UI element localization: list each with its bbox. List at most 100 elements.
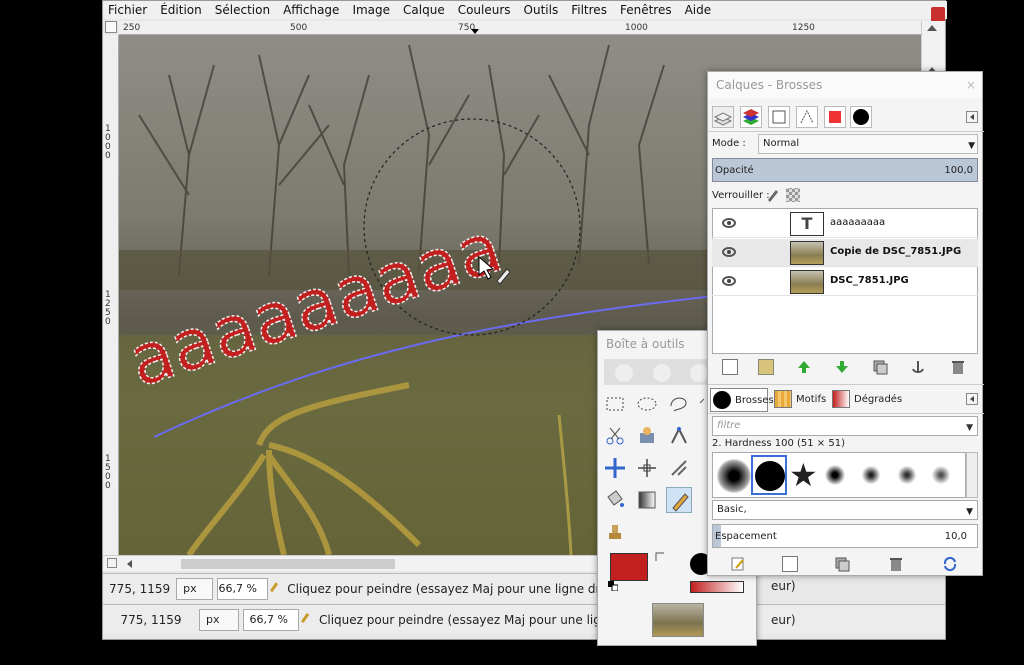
brush-set-select[interactable]: Basic, ▼ [712, 500, 978, 520]
layer-name: DSC_7851.JPG [830, 275, 909, 286]
opacity-slider[interactable]: Opacité 100,0 [712, 158, 978, 182]
menu-edition[interactable]: Édition [160, 3, 202, 17]
menu-selection[interactable]: Sélection [215, 3, 270, 17]
undo-tab-icon[interactable] [796, 106, 818, 128]
menu-filtres[interactable]: Filtres [571, 3, 607, 17]
brush-scrollbar[interactable] [966, 452, 978, 498]
eye-icon[interactable] [722, 247, 736, 257]
pencil-tool-icon[interactable] [666, 487, 692, 513]
menu-affichage[interactable]: Affichage [283, 3, 339, 17]
duplicate-layer-icon[interactable] [872, 359, 888, 375]
mode-select[interactable]: Normal ▼ [758, 134, 978, 154]
ruler-pointer-icon [471, 29, 479, 34]
statusbar-top: 775, 1159 px 66,7 % Cliquez pour peindre… [103, 573, 623, 603]
refresh-brushes-icon[interactable] [942, 556, 958, 572]
menu-couleurs[interactable]: Couleurs [458, 3, 511, 17]
bucket-fill-tool-icon[interactable] [602, 487, 628, 513]
active-image-thumbnail[interactable] [652, 603, 704, 637]
delete-layer-icon[interactable] [950, 359, 966, 375]
ruler-tick: 250 [123, 23, 141, 33]
free-select-tool-icon[interactable] [666, 391, 692, 417]
align-tool-icon[interactable] [634, 455, 660, 481]
splatter-brush[interactable] [859, 463, 883, 487]
clone-tool-icon[interactable] [602, 519, 628, 545]
channels-tab-icon[interactable] [740, 106, 762, 128]
unit-selector[interactable]: px [176, 577, 213, 600]
splatter-brush[interactable] [929, 463, 953, 487]
default-colors-icon[interactable] [608, 581, 619, 592]
new-layer-icon[interactable] [722, 359, 738, 375]
duplicate-brush-icon[interactable] [834, 556, 850, 572]
delete-brush-icon[interactable] [888, 556, 904, 572]
layer-row[interactable]: Copie de DSC_7851.JPG [712, 239, 978, 267]
layers-brushes-dock: Calques - Brosses × Mode : Normal ▼ Opac… [707, 71, 984, 576]
menu-outils[interactable]: Outils [524, 3, 559, 17]
menu-fenetres[interactable]: Fenêtres [620, 3, 672, 17]
brush-fuzzy[interactable] [717, 459, 751, 493]
tab-degrades[interactable]: Dégradés [830, 388, 902, 412]
layers-tab-icon[interactable] [712, 106, 734, 128]
new-brush-icon[interactable] [782, 556, 798, 572]
transform-tool-icon[interactable] [666, 455, 692, 481]
anchor-layer-icon[interactable] [910, 359, 926, 375]
tool-overflow[interactable] [698, 391, 706, 417]
spacing-slider[interactable]: Espacement 10,0 [712, 524, 978, 548]
pattern-tab-icon [774, 390, 792, 408]
brush-selected[interactable] [751, 455, 787, 495]
navigate-icon[interactable] [107, 558, 117, 568]
tab-motifs[interactable]: Motifs [772, 388, 826, 412]
ruler-tick: 1250 [105, 290, 111, 327]
foreground-color[interactable] [610, 553, 648, 581]
swap-colors-icon[interactable] [654, 551, 666, 563]
zoom-selector[interactable]: 66,7 % [216, 577, 268, 600]
brush-grid[interactable]: ★ [712, 452, 966, 498]
zoom-selector[interactable]: 66,7 % [243, 608, 299, 631]
star-brush-icon[interactable]: ★ [789, 457, 818, 493]
scroll-left-icon[interactable] [127, 560, 132, 568]
foreground-select-tool-icon[interactable] [634, 423, 660, 449]
lock-label: Verrouiller : [712, 190, 770, 201]
rect-select-tool-icon[interactable] [602, 391, 628, 417]
scissors-tool-icon[interactable] [602, 423, 628, 449]
unit-selector[interactable]: px [199, 608, 239, 631]
paths-tool-icon[interactable] [666, 423, 692, 449]
scroll-up-icon[interactable] [927, 25, 937, 31]
lower-layer-icon[interactable] [834, 359, 850, 375]
eye-icon[interactable] [722, 218, 736, 228]
blend-tool-icon[interactable] [634, 487, 660, 513]
tab-menu-icon[interactable] [966, 111, 978, 123]
layer-row[interactable]: T aaaaaaaaa [712, 210, 978, 238]
ruler-tick: 1250 [792, 23, 815, 33]
menu-aide[interactable]: Aide [685, 3, 712, 17]
menu-image[interactable]: Image [352, 3, 390, 17]
edit-brush-icon[interactable] [730, 556, 746, 572]
tab-menu-icon[interactable] [966, 393, 978, 405]
chevron-down-icon: ▼ [968, 141, 975, 151]
ellipse-select-tool-icon[interactable] [634, 391, 660, 417]
quick-mask-toggle[interactable] [105, 21, 117, 33]
paths-tab-icon[interactable] [768, 106, 790, 128]
menu-fichier[interactable]: Fichier [108, 3, 147, 17]
splatter-brush[interactable] [823, 463, 847, 487]
text-layer-thumb-icon: T [790, 212, 824, 236]
layer-row[interactable]: DSC_7851.JPG [712, 268, 978, 296]
tab-brosses[interactable]: Brosses [710, 388, 774, 412]
opacity-label: Opacité [715, 165, 754, 176]
eye-icon[interactable] [722, 276, 736, 286]
scroll-thumb[interactable] [181, 559, 395, 569]
lock-pixels-icon[interactable] [766, 188, 780, 202]
lock-alpha-icon[interactable] [786, 188, 800, 202]
raise-layer-icon[interactable] [796, 359, 812, 375]
filter-input[interactable]: filtre ▼ [712, 416, 978, 436]
new-layer-group-icon[interactable] [758, 359, 774, 375]
brush-tab-icon[interactable] [850, 106, 872, 128]
move-tool-icon[interactable] [602, 455, 628, 481]
tab-label: Motifs [796, 394, 827, 405]
splatter-brush[interactable] [895, 463, 919, 487]
close-icon[interactable]: × [964, 78, 978, 92]
status-message: Cliquez pour peindre (essayez Maj pour u… [287, 581, 623, 596]
menu-calque[interactable]: Calque [403, 3, 445, 17]
colors-tab-icon[interactable] [824, 106, 846, 128]
brush-name: 2. Hardness 100 (51 × 51) [712, 438, 845, 449]
active-gradient-icon[interactable] [690, 581, 744, 593]
